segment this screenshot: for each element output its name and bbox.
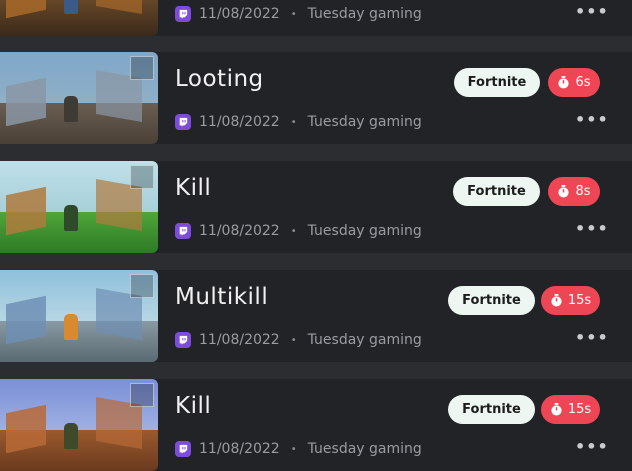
thumbnail-structure bbox=[6, 186, 46, 236]
game-badge[interactable]: Fortnite bbox=[454, 68, 540, 97]
meta-separator: • bbox=[290, 334, 297, 346]
duration-badge: 15s bbox=[541, 286, 600, 315]
thumbnail-structure bbox=[6, 77, 46, 127]
clip-card[interactable]: 11/08/2022 • Tuesday gaming ••• bbox=[0, 0, 632, 36]
meta-separator: • bbox=[290, 8, 297, 20]
clip-thumbnail[interactable] bbox=[0, 379, 158, 471]
game-badge[interactable]: Fortnite bbox=[448, 286, 535, 315]
duration-badge: 15s bbox=[541, 395, 600, 424]
clip-date: 11/08/2022 bbox=[199, 114, 280, 130]
twitch-icon bbox=[175, 6, 191, 22]
clip-meta: 11/08/2022 • Tuesday gaming bbox=[175, 112, 422, 132]
clip-meta: 11/08/2022 • Tuesday gaming bbox=[175, 221, 422, 241]
duration-label: 6s bbox=[575, 75, 591, 90]
clip-date: 11/08/2022 bbox=[199, 6, 280, 22]
more-options-icon[interactable]: ••• bbox=[575, 112, 608, 132]
clip-session[interactable]: Tuesday gaming bbox=[308, 441, 422, 457]
meta-separator: • bbox=[290, 443, 297, 455]
thumbnail-structure bbox=[6, 295, 46, 345]
duration-badge: 8s bbox=[548, 177, 600, 206]
meta-separator: • bbox=[290, 225, 297, 237]
more-options-icon[interactable]: ••• bbox=[575, 221, 608, 241]
thumbnail-minimap bbox=[130, 383, 154, 407]
clip-thumbnail[interactable] bbox=[0, 270, 158, 362]
thumbnail-player bbox=[64, 0, 78, 14]
clip-thumbnail[interactable] bbox=[0, 0, 158, 36]
clip-date: 11/08/2022 bbox=[199, 332, 280, 348]
clip-date: 11/08/2022 bbox=[199, 223, 280, 239]
thumbnail-player bbox=[64, 205, 78, 231]
clip-card[interactable]: Multikill Fortnite 15s 11/08/2022 • Tuesday g… bbox=[0, 270, 632, 362]
clip-meta: 11/08/2022 • Tuesday gaming bbox=[175, 330, 422, 350]
clip-title: Kill bbox=[175, 393, 212, 419]
clip-meta: 11/08/2022 • Tuesday gaming bbox=[175, 439, 422, 459]
twitch-icon bbox=[175, 332, 191, 348]
stopwatch-icon bbox=[551, 294, 562, 307]
clip-thumbnail[interactable] bbox=[0, 52, 158, 144]
more-options-icon[interactable]: ••• bbox=[575, 330, 608, 350]
more-options-icon[interactable]: ••• bbox=[575, 4, 608, 24]
clip-date: 11/08/2022 bbox=[199, 441, 280, 457]
twitch-icon bbox=[175, 223, 191, 239]
clip-card[interactable]: Looting Fortnite 6s 11/08/2022 • Tuesday gami… bbox=[0, 52, 632, 144]
duration-label: 15s bbox=[567, 402, 592, 417]
game-badge[interactable]: Fortnite bbox=[453, 177, 540, 206]
twitch-icon bbox=[175, 441, 191, 457]
clip-session[interactable]: Tuesday gaming bbox=[308, 223, 422, 239]
thumbnail-structure bbox=[6, 404, 46, 454]
duration-badge: 6s bbox=[548, 68, 600, 97]
clip-session[interactable]: Tuesday gaming bbox=[308, 6, 422, 22]
clip-list: 11/08/2022 • Tuesday gaming ••• Looting Fortn… bbox=[0, 0, 632, 471]
game-badge[interactable]: Fortnite bbox=[448, 395, 535, 424]
clip-card[interactable]: Kill Fortnite 8s 11/08/2022 • Tuesday gaming •… bbox=[0, 161, 632, 253]
clip-title: Kill bbox=[175, 175, 212, 201]
clip-card[interactable]: Kill Fortnite 15s 11/08/2022 • Tuesday gaming… bbox=[0, 379, 632, 471]
clip-title: Multikill bbox=[175, 284, 269, 310]
clip-thumbnail[interactable] bbox=[0, 161, 158, 253]
thumbnail-player bbox=[64, 423, 78, 449]
stopwatch-icon bbox=[558, 76, 570, 89]
thumbnail-minimap bbox=[130, 56, 154, 80]
clip-session[interactable]: Tuesday gaming bbox=[308, 114, 422, 130]
thumbnail-minimap bbox=[130, 274, 154, 298]
thumbnail-player bbox=[64, 96, 78, 122]
clip-meta: 11/08/2022 • Tuesday gaming bbox=[175, 4, 422, 24]
meta-separator: • bbox=[290, 116, 297, 128]
clip-title: Looting bbox=[175, 66, 264, 92]
more-options-icon[interactable]: ••• bbox=[575, 439, 608, 459]
thumbnail-minimap bbox=[130, 165, 154, 189]
stopwatch-icon bbox=[558, 185, 570, 198]
twitch-icon bbox=[175, 114, 191, 130]
thumbnail-player bbox=[64, 314, 78, 340]
clip-session[interactable]: Tuesday gaming bbox=[308, 332, 422, 348]
duration-label: 15s bbox=[567, 293, 592, 308]
stopwatch-icon bbox=[551, 403, 562, 416]
duration-label: 8s bbox=[575, 184, 591, 199]
